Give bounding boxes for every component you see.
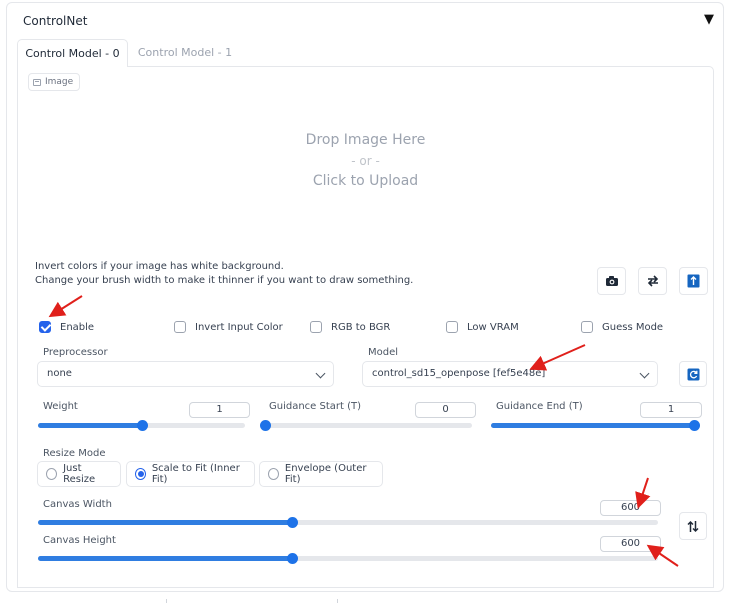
canvas-height-slider[interactable]	[38, 553, 658, 564]
radio-scale-to-fit[interactable]: Scale to Fit (Inner Fit)	[126, 461, 255, 487]
guess-mode-box[interactable]	[581, 321, 593, 333]
canvas-width-input[interactable]: 600	[600, 500, 661, 516]
just-resize-label: Just Resize	[63, 463, 96, 485]
guidance-start-slider-thumb[interactable]	[260, 420, 271, 431]
weight-label: Weight	[43, 401, 78, 412]
hint-invert-colors: Invert colors if your image has white ba…	[35, 261, 284, 272]
accordion-title: ControlNet	[23, 14, 88, 28]
preprocessor-dropdown[interactable]: none	[37, 361, 334, 387]
just-resize-radio-dot[interactable]	[46, 468, 58, 480]
preprocessor-label: Preprocessor	[43, 347, 108, 358]
model-dropdown[interactable]: control_sd15_openpose [fef5e48e]	[362, 361, 658, 387]
image-label-text: Image	[45, 77, 74, 87]
tab-control-model-0[interactable]: Control Model - 0	[17, 39, 128, 67]
model-label: Model	[368, 347, 399, 358]
guess-mode-label: Guess Mode	[602, 321, 664, 333]
swap-arrows-icon	[647, 275, 658, 287]
swap-dimensions-button[interactable]	[679, 512, 707, 540]
invert-input-color-label: Invert Input Color	[195, 321, 283, 333]
partial-tabbar-icons	[166, 599, 338, 603]
enable-checkbox-box[interactable]	[39, 321, 51, 333]
swap-vertical-icon	[687, 520, 699, 532]
weight-slider-thumb[interactable]	[136, 420, 148, 431]
low-vram-checkbox[interactable]: Low VRAM	[446, 321, 519, 333]
tab-control-model-1[interactable]: Control Model - 1	[131, 39, 239, 67]
enable-label: Enable	[60, 321, 95, 333]
upload-button[interactable]	[679, 267, 708, 295]
image-icon	[33, 78, 41, 86]
guidance-start-slider[interactable]	[260, 420, 472, 431]
preprocessor-value: none	[47, 368, 72, 379]
weight-slider-fill	[38, 423, 142, 428]
drop-separator-text: - or -	[351, 154, 380, 168]
envelope-radio-dot[interactable]	[268, 468, 279, 480]
enable-checkbox[interactable]: Enable	[39, 321, 94, 333]
drop-text: Drop Image Here	[305, 132, 426, 148]
canvas-width-label: Canvas Width	[43, 499, 112, 510]
chevron-down-icon	[315, 368, 326, 379]
camera-button[interactable]	[597, 267, 626, 295]
invert-input-color-box[interactable]	[174, 321, 186, 333]
canvas-width-slider-fill	[38, 520, 293, 525]
collapse-toggle-icon[interactable]: ▼	[704, 12, 714, 27]
canvas-height-input[interactable]: 600	[600, 536, 661, 552]
envelope-label: Envelope (Outer Fit)	[284, 463, 367, 485]
upload-text: Click to Upload	[312, 173, 419, 189]
resize-mode-label: Resize Mode	[43, 448, 106, 459]
hint-brush-width: Change your brush width to make it thinn…	[35, 275, 414, 286]
refresh-icon	[687, 368, 699, 380]
weight-input[interactable]: 1	[189, 402, 250, 418]
bottom-strip	[0, 592, 740, 603]
radio-envelope[interactable]: Envelope (Outer Fit)	[259, 461, 383, 487]
image-label: Image	[28, 73, 81, 91]
low-vram-box[interactable]	[446, 321, 458, 333]
scale-to-fit-label: Scale to Fit (Inner Fit)	[151, 463, 240, 485]
guidance-start-input[interactable]: 0	[415, 402, 476, 418]
guess-mode-checkbox[interactable]: Guess Mode	[581, 321, 663, 333]
canvas-height-label: Canvas Height	[43, 535, 116, 546]
camera-icon	[605, 276, 618, 286]
invert-input-color-checkbox[interactable]: Invert Input Color	[174, 321, 283, 333]
guidance-end-input[interactable]: 1	[640, 402, 702, 418]
chevron-down-icon	[639, 368, 650, 379]
low-vram-label: Low VRAM	[467, 321, 519, 333]
guidance-end-slider-thumb[interactable]	[689, 420, 700, 431]
image-drop-zone[interactable]: Drop Image Here - or - Click to Upload	[18, 92, 713, 252]
guidance-end-slider-fill	[491, 423, 694, 428]
canvas-width-slider[interactable]	[38, 517, 658, 528]
model-value: control_sd15_openpose [fef5e48e]	[372, 368, 546, 379]
guidance-start-label: Guidance Start (T)	[269, 401, 362, 412]
refresh-models-button[interactable]	[679, 361, 707, 387]
canvas-height-slider-fill	[38, 556, 293, 561]
guidance-end-slider[interactable]	[491, 420, 700, 431]
rgb-to-bgr-label: RGB to BGR	[331, 321, 391, 333]
guidance-end-label: Guidance End (T)	[496, 401, 583, 412]
weight-slider[interactable]	[38, 420, 245, 431]
scale-to-fit-radio-dot[interactable]	[135, 468, 146, 480]
radio-just-resize[interactable]: Just Resize	[37, 461, 121, 487]
rgb-to-bgr-box[interactable]	[310, 321, 322, 333]
rgb-to-bgr-checkbox[interactable]: RGB to BGR	[310, 321, 390, 333]
swap-button[interactable]	[638, 267, 667, 295]
upload-icon	[687, 274, 700, 288]
